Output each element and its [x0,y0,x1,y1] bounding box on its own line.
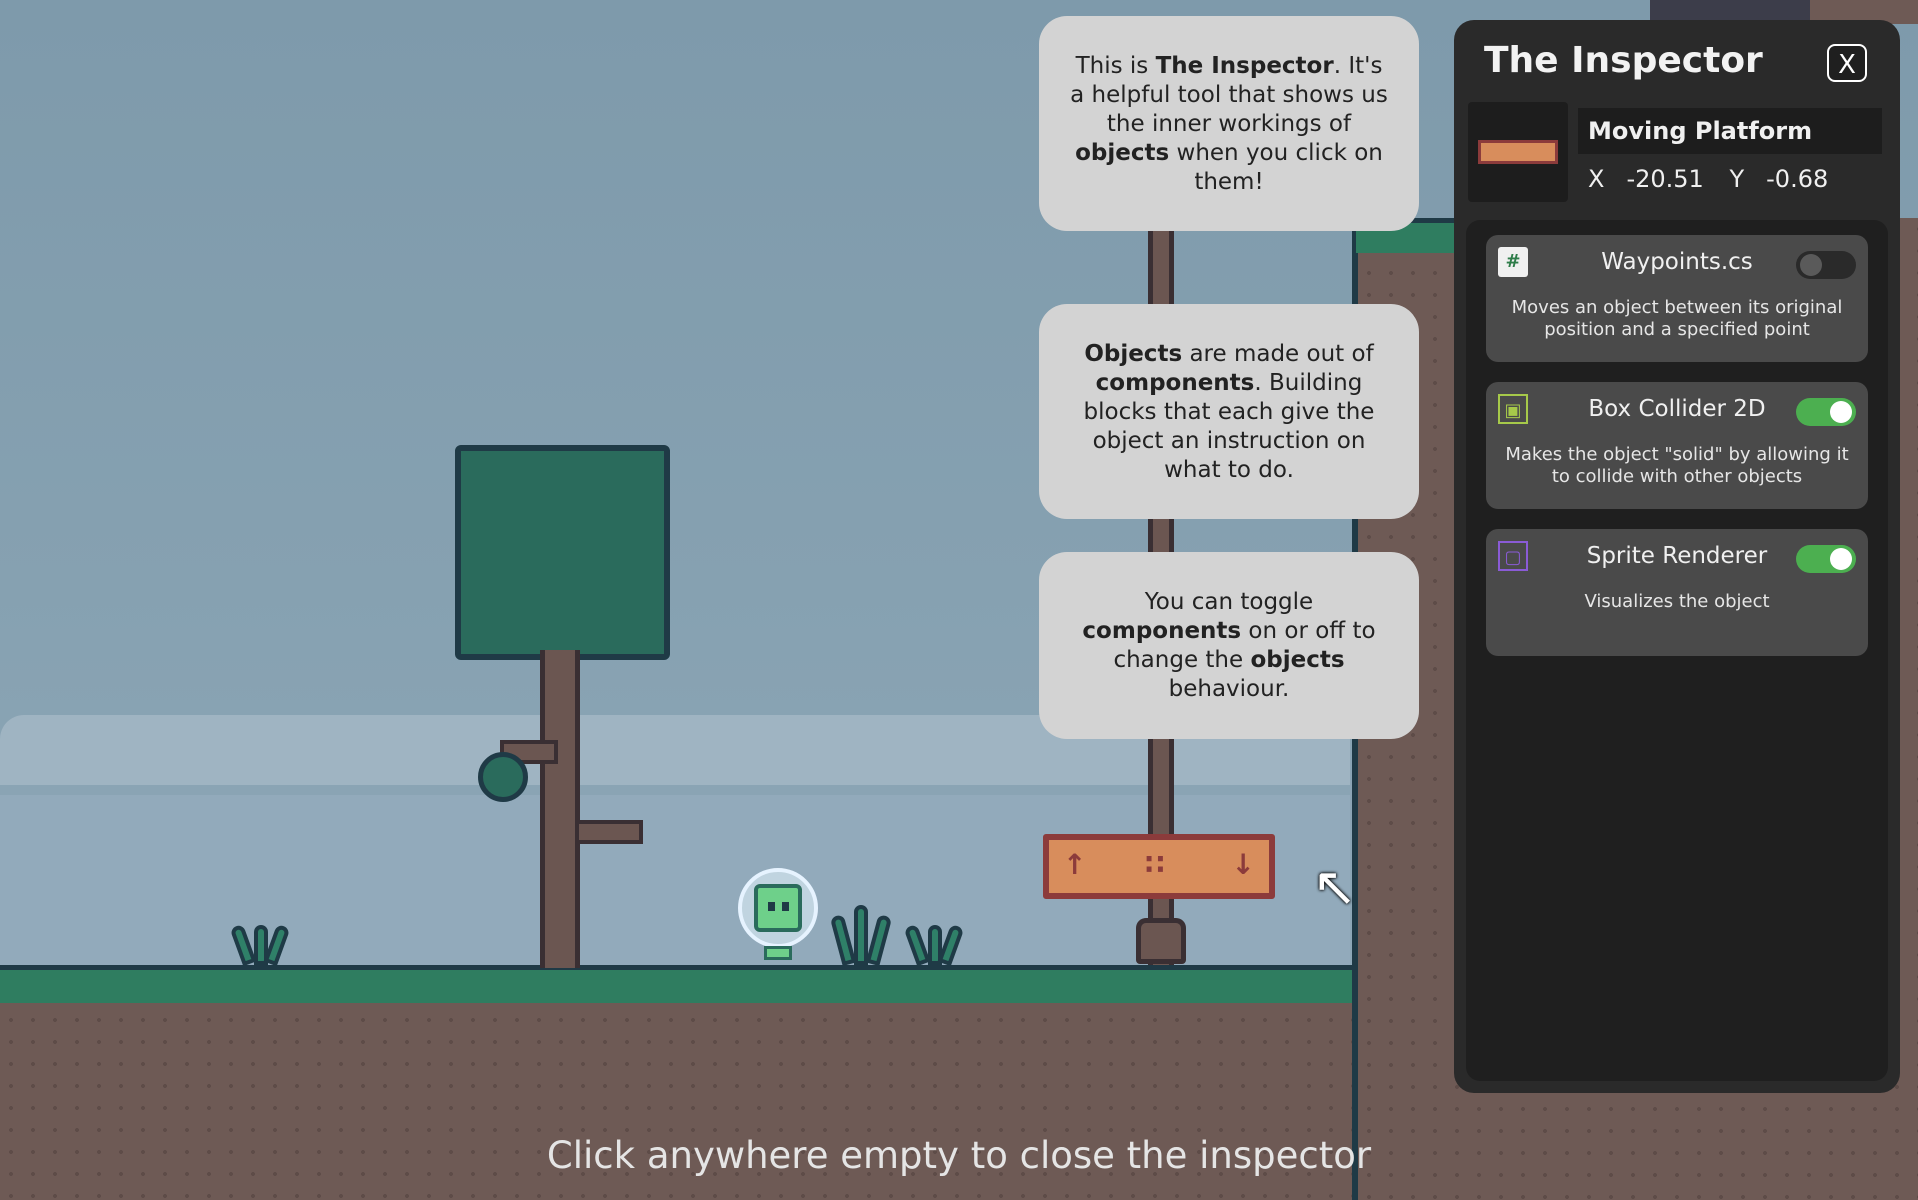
inspector-title: The Inspector [1484,40,1763,81]
bubble-text-run: This is [1075,53,1156,79]
tree-canopy [455,445,670,660]
grip-icon: ∷ [1145,848,1165,881]
y-label: Y [1729,165,1745,193]
moving-platform-preview [1478,140,1558,164]
y-value: -0.68 [1766,165,1829,193]
player-legs [764,946,792,960]
distant-tile [1650,0,1810,20]
arrow-up-icon: ↑ [1063,848,1087,881]
component-description: Makes the object "solid" by allowing it … [1505,444,1849,487]
player-head [754,884,802,932]
x-label: X [1588,165,1605,193]
player-character[interactable] [738,868,818,960]
tutorial-bubble-toggle: You can toggle components on or off to c… [1039,552,1419,739]
tutorial-bubble-components: Objects are made out of components. Buil… [1039,304,1419,519]
waypoints-toggle[interactable] [1796,251,1856,279]
tree-leaf [478,752,528,802]
bubble-text-run: behaviour. [1168,676,1290,702]
component-box-collider: ▣ Box Collider 2D Makes the object "soli… [1486,382,1868,509]
component-description: Moves an object between its original pos… [1511,297,1843,340]
sprite-renderer-toggle[interactable] [1796,545,1856,573]
toggle-knob [1830,401,1852,423]
inspector-panel: The Inspector X Moving Platform X -20.51 … [1454,20,1900,1093]
grass-tuft [228,915,291,967]
toggle-knob [1830,548,1852,570]
grass-strip [0,965,1352,1003]
grass-tuft [829,900,893,966]
bubble-text-run: components [1082,618,1242,644]
box-collider-toggle[interactable] [1796,398,1856,426]
tree-branch [575,820,643,844]
bubble-text-run: components [1095,370,1255,396]
close-button[interactable]: X [1827,44,1867,82]
component-sprite-renderer: ▢ Sprite Renderer Visualizes the object [1486,529,1868,656]
component-waypoints: # Waypoints.cs Moves an object between i… [1486,235,1868,362]
bubble-text-run: objects [1250,647,1345,673]
object-coordinates: X -20.51 Y -0.68 [1588,165,1846,193]
tree-trunk [540,650,580,968]
moving-platform[interactable]: ↑ ∷ ↓ [1043,834,1275,899]
player-eye [782,902,789,911]
toggle-knob [1800,254,1822,276]
x-value: -20.51 [1626,165,1704,193]
component-description: Visualizes the object [1584,591,1770,612]
platform-track-base [1136,918,1186,964]
close-inspector-hint: Click anywhere empty to close the inspec… [546,1134,1372,1177]
bubble-text-run: The Inspector [1155,53,1334,79]
bubble-text-run: objects [1075,140,1170,166]
tutorial-bubble-inspector: This is The Inspector. It's a helpful to… [1039,16,1419,231]
player-eye [768,902,775,911]
mouse-cursor-icon: ↖ [1312,855,1358,918]
bubble-text-run: Objects [1084,341,1183,367]
bubble-text-run: are made out of [1182,341,1374,367]
arrow-down-icon: ↓ [1231,848,1255,881]
bubble-text-run: when you click on them! [1169,140,1383,195]
bubble-text-run: You can toggle [1144,589,1314,615]
object-name: Moving Platform [1578,108,1882,154]
object-thumbnail [1468,102,1568,202]
grass-tuft [902,915,965,967]
